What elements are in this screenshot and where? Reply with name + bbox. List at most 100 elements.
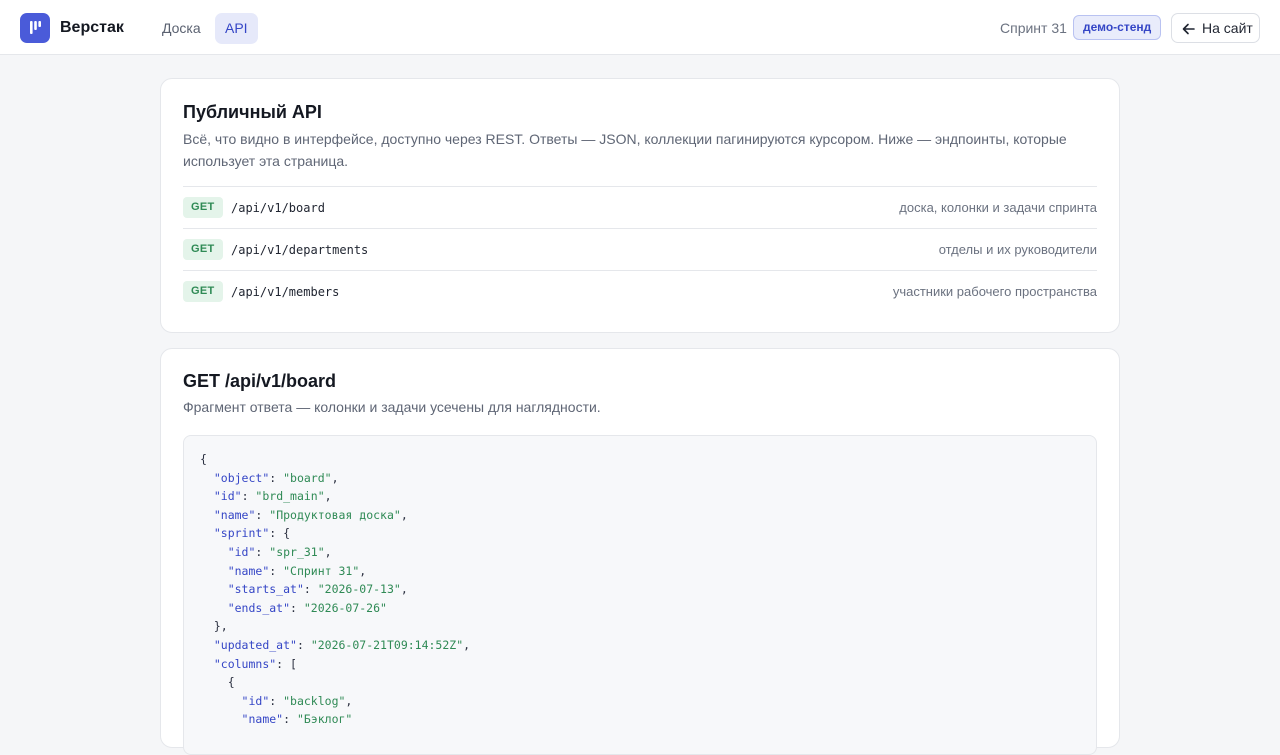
endpoint-row-members[interactable]: GET /api/v1/members участники рабочего п… xyxy=(183,270,1097,312)
json-punct: : xyxy=(255,507,270,522)
api-overview-title: Публичный API xyxy=(183,102,322,122)
json-punct: , xyxy=(359,563,367,578)
json-key: "name" xyxy=(241,712,284,727)
code-line: "sprint": { xyxy=(200,526,290,540)
code-line: "object": "board", xyxy=(200,471,339,485)
code-line: "name": "Спринт 31", xyxy=(200,563,367,578)
json-punct: : xyxy=(269,693,284,708)
json-punct xyxy=(200,508,214,522)
json-punct: }, xyxy=(200,619,228,634)
app-logo-icon[interactable] xyxy=(20,13,50,43)
endpoint-list: GET /api/v1/board доска, колонки и задач… xyxy=(183,186,1097,312)
json-code: { "object": "board", "id": "brd_main", "… xyxy=(200,450,470,729)
json-string: "brd_main" xyxy=(255,489,325,504)
endpoint-path: /api/v1/departments xyxy=(231,243,369,257)
api-overview-card: Публичный API Всё, что видно в интерфейс… xyxy=(160,78,1120,333)
endpoint-path: /api/v1/members xyxy=(231,285,340,299)
code-line: "updated_at": "2026-07-21T09:14:52Z", xyxy=(200,638,470,652)
code-line: "id": "brd_main", xyxy=(200,489,332,503)
endpoint-row-departments[interactable]: GET /api/v1/departments отделы и их руко… xyxy=(183,228,1097,270)
json-punct: : xyxy=(290,600,304,615)
json-key: "starts_at" xyxy=(227,582,304,597)
json-punct: : xyxy=(283,712,297,727)
endpoint-path: /api/v1/board xyxy=(231,201,325,215)
code-line: "ends_at": "2026-07-26" xyxy=(200,601,387,615)
json-punct: , xyxy=(331,470,339,485)
json-punct: { xyxy=(200,452,207,466)
json-punct: , xyxy=(400,507,408,522)
json-key: "id" xyxy=(227,544,256,559)
json-punct xyxy=(200,694,242,708)
code-line: "name": "Продуктовая доска", xyxy=(200,508,408,522)
back-to-site-button[interactable]: На сайт xyxy=(1171,13,1260,43)
json-punct: : xyxy=(241,489,256,504)
api-overview-description: Всё, что видно в интерфейсе, доступно че… xyxy=(183,131,1067,169)
back-to-site-label: На сайт xyxy=(1202,20,1253,36)
json-punct: : xyxy=(296,637,311,652)
json-response-block[interactable]: { "object": "board", "id": "brd_main", "… xyxy=(183,435,1097,755)
json-string: "Продуктовая доска" xyxy=(269,507,401,522)
json-string: "Спринт 31" xyxy=(283,563,360,578)
json-punct: : { xyxy=(269,526,291,541)
json-punct: { xyxy=(200,675,235,690)
method-badge: GET xyxy=(183,281,223,302)
method-badge: GET xyxy=(183,239,223,260)
code-line: "id": "backlog", xyxy=(200,693,353,708)
json-punct: : xyxy=(255,544,270,559)
json-punct xyxy=(200,582,228,596)
brand-name: Верстак xyxy=(60,19,124,36)
json-key: "ends_at" xyxy=(227,600,291,615)
json-key: "name" xyxy=(227,563,270,578)
json-punct: , xyxy=(324,544,332,559)
json-punct xyxy=(200,545,228,559)
json-string: "spr_31" xyxy=(269,544,325,559)
endpoint-detail-title: GET /api/v1/board xyxy=(183,371,337,391)
arrow-left-icon xyxy=(1182,22,1195,38)
code-line: "starts_at": "2026-07-13", xyxy=(200,582,408,596)
json-key: "sprint" xyxy=(213,526,270,541)
json-key: "object" xyxy=(213,470,270,485)
endpoint-row-board[interactable]: GET /api/v1/board доска, колонки и задач… xyxy=(183,186,1097,228)
json-punct xyxy=(200,712,242,726)
json-string: "2026-07-26" xyxy=(303,600,387,615)
endpoint-description: участники рабочего пространства xyxy=(892,284,1097,299)
json-punct: : xyxy=(269,563,284,578)
json-punct xyxy=(200,526,214,540)
endpoint-detail-description: Фрагмент ответа — колонки и задачи усече… xyxy=(183,399,601,415)
json-key: "updated_at" xyxy=(213,637,297,652)
tab-api[interactable]: API xyxy=(215,13,258,44)
json-punct xyxy=(200,471,214,485)
json-punct xyxy=(200,638,214,652)
endpoint-description: доска, колонки и задачи спринта xyxy=(899,200,1097,215)
top-bar: Верстак Доска API Спринт 31 демо-стенд Н… xyxy=(0,0,1280,55)
json-punct: : [ xyxy=(276,656,297,671)
json-string: "backlog" xyxy=(283,693,346,708)
json-key: "name" xyxy=(213,507,256,522)
json-string: "2026-07-13" xyxy=(317,582,401,597)
environment-badge: демо-стенд xyxy=(1073,15,1162,40)
json-punct xyxy=(200,564,228,578)
json-key: "id" xyxy=(241,693,270,708)
json-key: "columns" xyxy=(213,656,277,671)
json-punct: : xyxy=(303,582,318,597)
json-string: "board" xyxy=(283,470,332,485)
json-punct xyxy=(200,489,214,503)
json-punct: : xyxy=(269,470,284,485)
json-string: "2026-07-21T09:14:52Z" xyxy=(310,637,464,652)
endpoint-description: отделы и их руководители xyxy=(938,242,1097,257)
json-punct: , xyxy=(324,489,332,504)
code-line: "name": "Бэклог" xyxy=(200,712,353,727)
sprint-label: Спринт 31 xyxy=(1000,20,1067,36)
tab-board[interactable]: Доска xyxy=(152,13,211,44)
json-punct: , xyxy=(345,693,353,708)
json-punct xyxy=(200,657,214,671)
code-line: { xyxy=(200,675,235,689)
json-key: "id" xyxy=(213,489,242,504)
code-line: }, xyxy=(200,619,228,633)
code-line: { xyxy=(200,452,207,466)
json-punct: , xyxy=(463,637,471,652)
code-line: "columns": [ xyxy=(200,657,297,671)
code-line: "id": "spr_31", xyxy=(200,545,332,559)
method-badge: GET xyxy=(183,197,223,218)
json-punct xyxy=(200,601,228,615)
